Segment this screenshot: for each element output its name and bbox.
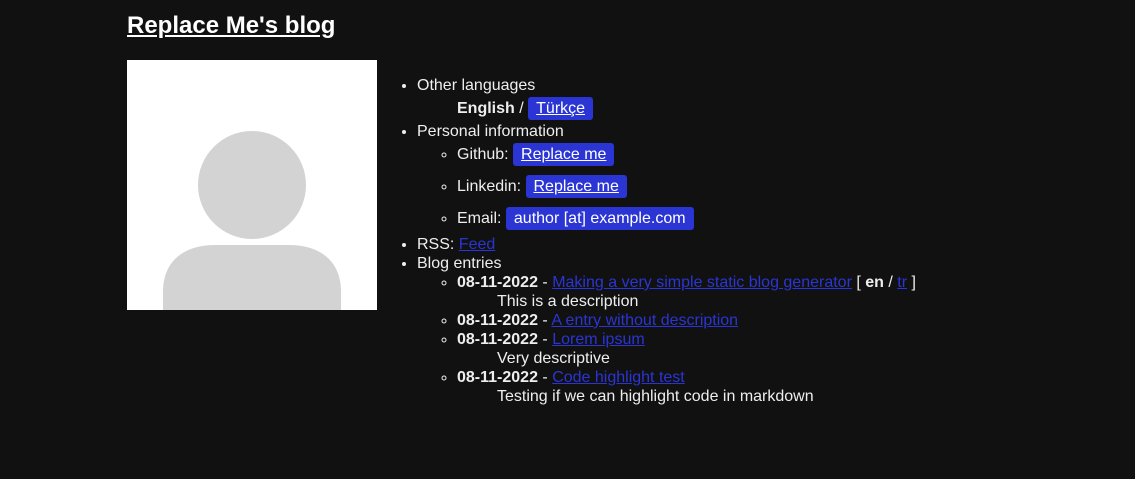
page-title: Replace Me's blog bbox=[127, 12, 335, 40]
list-item-rss: RSS: Feed bbox=[417, 235, 916, 254]
list-item-personal: Personal information Github: Replace me … bbox=[417, 122, 916, 235]
languages-label: Other languages bbox=[417, 77, 536, 94]
email-value: author [at] example.com bbox=[505, 207, 694, 230]
entry-dash: - bbox=[542, 369, 548, 386]
person-icon bbox=[163, 131, 341, 310]
blog-entry: 08-11-2022 - A entry without description bbox=[457, 311, 916, 330]
blog-entries-list: 08-11-2022 - Making a very simple static… bbox=[417, 273, 916, 406]
entry-description: Very descriptive bbox=[497, 350, 610, 367]
entry-dash: - bbox=[542, 331, 548, 348]
linkedin-label: Linkedin: bbox=[457, 178, 522, 195]
entry-title-link[interactable]: Making a very simple static blog generat… bbox=[552, 274, 852, 291]
entry-date: 08-11-2022 bbox=[457, 331, 538, 348]
entry-description: Testing if we can highlight code in mark… bbox=[497, 388, 814, 405]
info-list: Other languages English / Türkçe Persona… bbox=[417, 76, 916, 406]
blog-entry: 08-11-2022 - Making a very simple static… bbox=[457, 273, 916, 311]
page: Replace Me's blog Other languages Englis… bbox=[0, 0, 1135, 479]
github-link[interactable]: Replace me bbox=[513, 143, 615, 166]
entry-lang-separator: / bbox=[888, 274, 893, 291]
main-content: Other languages English / Türkçe Persona… bbox=[417, 76, 916, 406]
entry-dash: - bbox=[542, 274, 548, 291]
language-separator: / bbox=[519, 100, 524, 117]
list-item-blog: Blog entries 08-11-2022 - Making a very … bbox=[417, 254, 916, 406]
language-link-turkish[interactable]: Türkçe bbox=[528, 97, 594, 120]
rss-label: RSS: bbox=[417, 236, 455, 253]
entry-description: This is a description bbox=[497, 293, 639, 310]
linkedin-link[interactable]: Replace me bbox=[525, 175, 627, 198]
entry-lang-current: en bbox=[865, 274, 884, 291]
entry-date: 08-11-2022 bbox=[457, 312, 538, 329]
email-item: Email: author [at] example.com bbox=[457, 203, 916, 235]
personal-label: Personal information bbox=[417, 123, 564, 140]
blog-entry: 08-11-2022 - Code highlight test Testing… bbox=[457, 368, 916, 406]
blog-title-link[interactable]: Replace Me's blog bbox=[127, 12, 335, 39]
personal-list: Github: Replace me Linkedin: Replace me … bbox=[417, 141, 916, 235]
blog-entries-label: Blog entries bbox=[417, 255, 502, 272]
entry-dash: - bbox=[542, 312, 548, 329]
avatar bbox=[127, 60, 377, 310]
github-item: Github: Replace me bbox=[457, 141, 916, 171]
language-switcher: English / Türkçe bbox=[417, 95, 916, 122]
current-language: English bbox=[457, 100, 515, 117]
blog-entry: 08-11-2022 - Lorem ipsum Very descriptiv… bbox=[457, 330, 916, 368]
entry-title-link[interactable]: Lorem ipsum bbox=[552, 331, 644, 348]
entry-lang-open: [ bbox=[856, 274, 861, 291]
entry-lang-close: ] bbox=[911, 274, 916, 291]
linkedin-item: Linkedin: Replace me bbox=[457, 171, 916, 203]
entry-date: 08-11-2022 bbox=[457, 274, 538, 291]
entry-date: 08-11-2022 bbox=[457, 369, 538, 386]
entry-title-link[interactable]: Code highlight test bbox=[552, 369, 685, 386]
entry-title-link[interactable]: A entry without description bbox=[551, 312, 738, 329]
rss-feed-link[interactable]: Feed bbox=[459, 236, 495, 253]
list-item-languages: Other languages English / Türkçe bbox=[417, 76, 916, 122]
github-label: Github: bbox=[457, 146, 509, 163]
entry-lang-tr-link[interactable]: tr bbox=[897, 274, 907, 291]
email-label: Email: bbox=[457, 210, 502, 227]
